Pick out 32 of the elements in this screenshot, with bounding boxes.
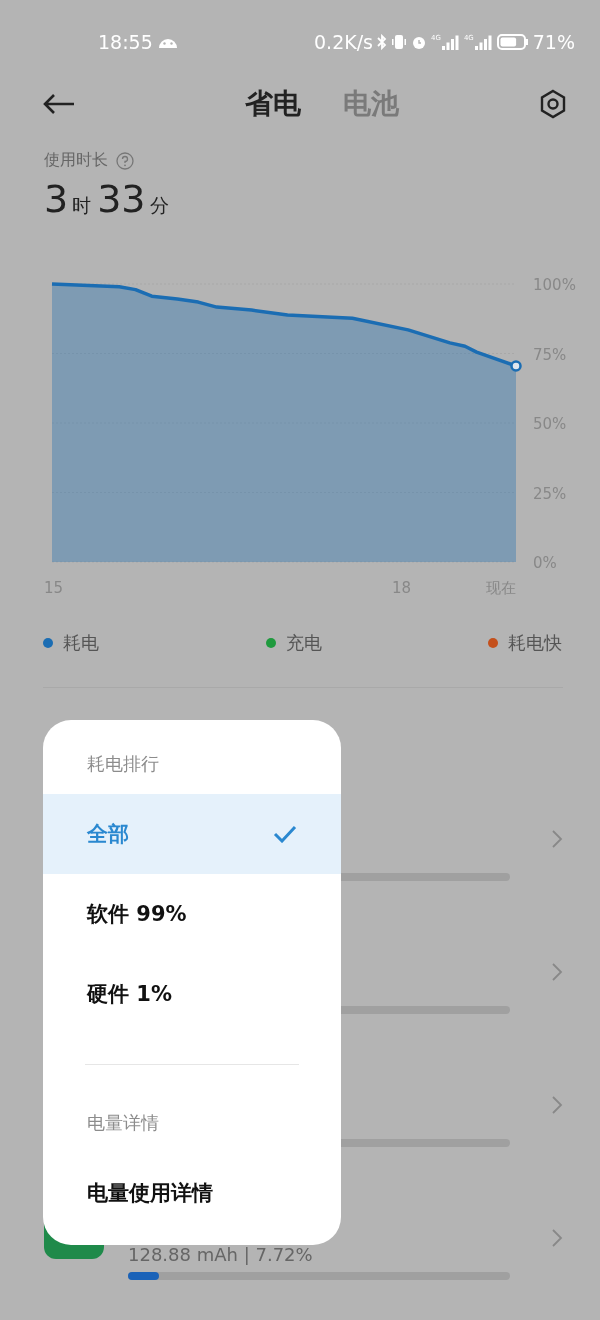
- menu-section-title: 电量详情: [87, 1111, 159, 1135]
- usage-text: 128.88 mAh | 7.72%: [128, 1245, 314, 1265]
- legend-label: 充电: [285, 631, 322, 655]
- legend-label: 耗电: [63, 631, 99, 655]
- network-speed: 0.2K/s: [314, 31, 373, 53]
- back-arrow-icon[interactable]: [42, 93, 76, 115]
- usage-number: 3: [44, 177, 69, 221]
- current-point-marker: [510, 360, 522, 372]
- legend-label: 耗电快: [508, 631, 562, 655]
- chevron-right-icon: [551, 1227, 563, 1248]
- chevron-right-icon: [551, 961, 563, 982]
- usage-unit: 时: [72, 193, 92, 218]
- menu-item[interactable]: 硬件 1%: [43, 954, 341, 1034]
- menu-item[interactable]: 软件 99%: [43, 874, 341, 954]
- chevron-right-icon: [551, 828, 563, 849]
- chevron-right-icon: [551, 1094, 563, 1115]
- settings-icon[interactable]: [538, 89, 568, 119]
- clock-time: 18:55: [98, 31, 153, 53]
- usage-unit: 分: [149, 193, 169, 218]
- usage-number: 33: [97, 177, 146, 221]
- alarm-icon: [411, 34, 427, 50]
- menu-item[interactable]: 电量使用详情: [43, 1153, 341, 1233]
- tab[interactable]: 省电: [245, 85, 301, 123]
- bluetooth-icon: [377, 34, 387, 50]
- check-icon: [273, 825, 297, 843]
- signal-icon: [474, 34, 493, 50]
- signal-icon: [441, 34, 460, 50]
- battery-percent: 71%: [532, 31, 575, 53]
- battery-icon: [496, 34, 529, 50]
- vibrate-icon: [391, 34, 407, 50]
- menu-section-title: 耗电排行: [87, 752, 159, 776]
- usage-label: 使用时长: [44, 150, 108, 171]
